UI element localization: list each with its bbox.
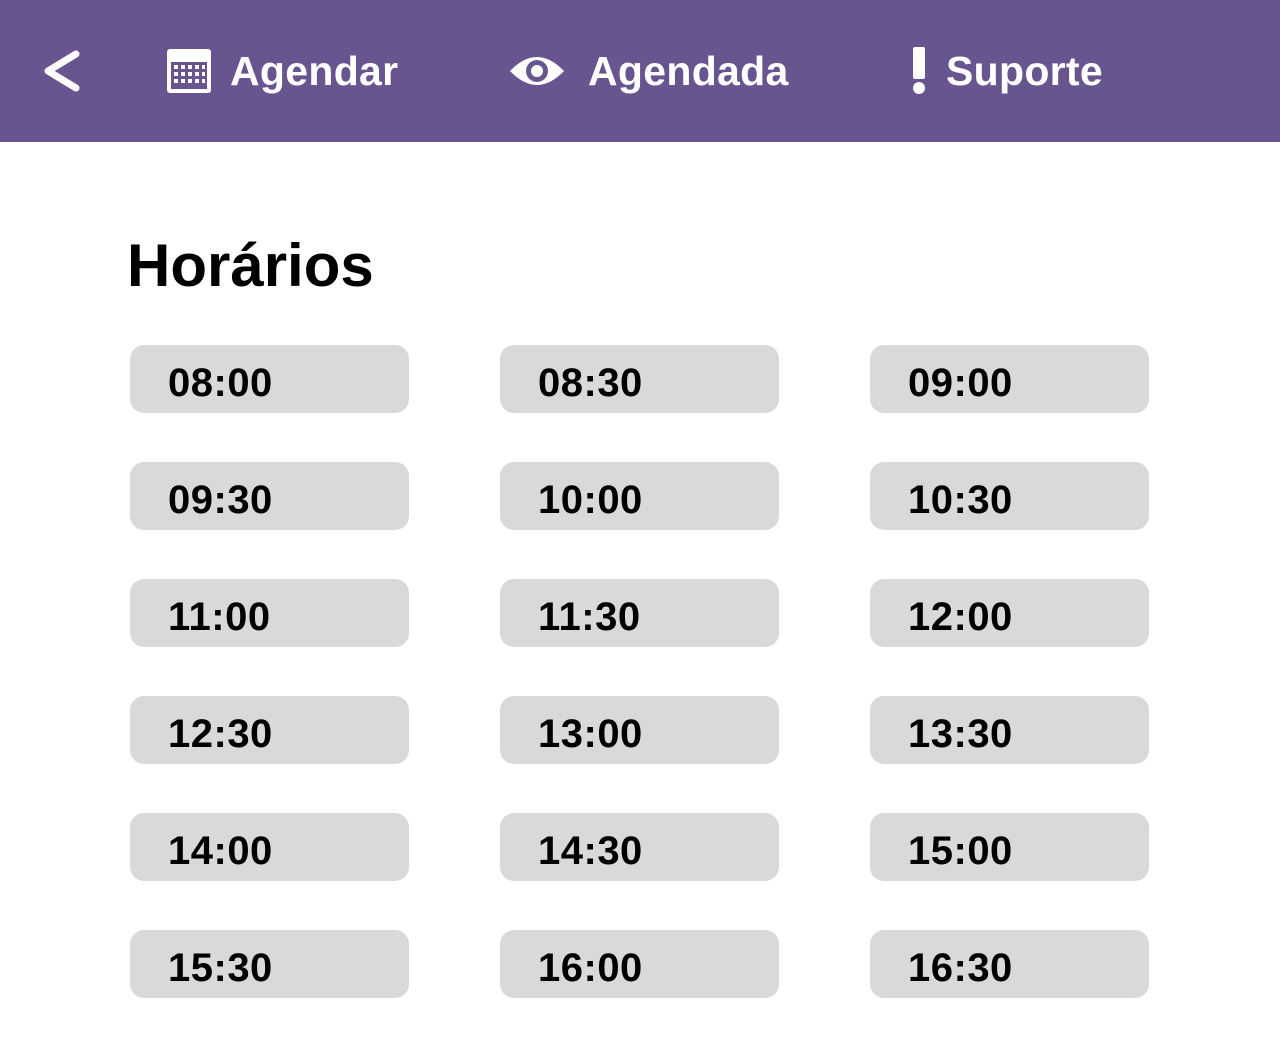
nav-agendada[interactable]: Agendada	[508, 0, 789, 142]
nav-agendar[interactable]: Agendar	[166, 0, 398, 142]
time-slot[interactable]: 08:00	[130, 345, 409, 413]
time-slot[interactable]: 09:30	[130, 462, 409, 530]
time-slot[interactable]: 16:30	[870, 930, 1149, 998]
nav-suporte-label: Suporte	[946, 47, 1103, 94]
time-slot[interactable]: 12:00	[870, 579, 1149, 647]
time-slot[interactable]: 11:00	[130, 579, 409, 647]
nav-suporte[interactable]: Suporte	[908, 0, 1103, 142]
back-button[interactable]	[40, 0, 90, 142]
time-slot[interactable]: 14:30	[500, 813, 779, 881]
time-slot[interactable]: 09:00	[870, 345, 1149, 413]
top-nav-bar: Agendar Agendada Suporte	[0, 0, 1280, 142]
time-slot[interactable]: 10:00	[500, 462, 779, 530]
exclamation-icon	[908, 47, 930, 95]
eye-icon	[508, 51, 566, 91]
nav-agendada-label: Agendada	[588, 47, 789, 94]
page-title: Horários	[127, 232, 374, 299]
time-slot[interactable]: 13:00	[500, 696, 779, 764]
calendar-icon	[166, 48, 212, 94]
time-slot[interactable]: 08:30	[500, 345, 779, 413]
time-slot[interactable]: 11:30	[500, 579, 779, 647]
time-slot[interactable]: 10:30	[870, 462, 1149, 530]
time-slot[interactable]: 15:30	[130, 930, 409, 998]
time-slot[interactable]: 16:00	[500, 930, 779, 998]
time-slot[interactable]: 13:30	[870, 696, 1149, 764]
nav-agendar-label: Agendar	[230, 47, 399, 94]
time-slot[interactable]: 15:00	[870, 813, 1149, 881]
time-slot[interactable]: 12:30	[130, 696, 409, 764]
time-slot[interactable]: 14:00	[130, 813, 409, 881]
chevron-left-icon	[40, 49, 82, 93]
